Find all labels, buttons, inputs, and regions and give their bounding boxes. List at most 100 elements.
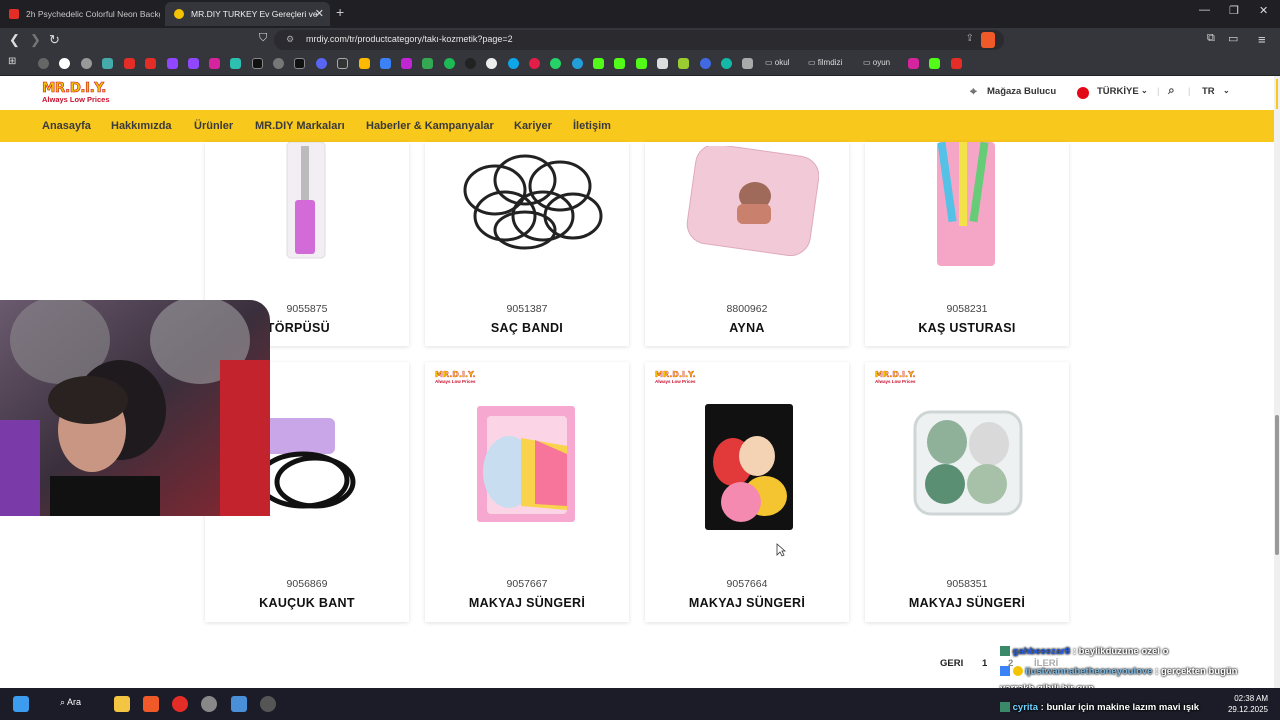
tiktok-icon[interactable] [294, 58, 305, 69]
minimize-icon[interactable]: — [1199, 4, 1210, 16]
url-text: mrdiy.com/tr/productcategory/takı-kozmet… [306, 34, 513, 44]
product-card[interactable]: MR.D.I.Y. Always Low Prices 9057667 MAKY… [425, 362, 629, 622]
bookmark-icon[interactable] [678, 58, 689, 69]
windows-start-icon[interactable] [13, 696, 29, 712]
bookmark-icon[interactable] [81, 58, 92, 69]
instagram-icon[interactable] [209, 58, 220, 69]
bookmark-icon[interactable] [380, 58, 391, 69]
product-card[interactable]: 8800962 AYNA [645, 142, 849, 346]
bookmarks-bar: ⊞ ▭ okul ▭ filmdizi ▭ oyun [0, 52, 1280, 76]
bookmark-icon[interactable] [529, 58, 540, 69]
gmail-icon[interactable] [401, 58, 412, 69]
close-tab-icon[interactable]: ✕ [315, 2, 324, 26]
address-toolbar: ❮ ❯ ↻ ⛉ ⚙ mrdiy.com/tr/productcategory/t… [0, 28, 1280, 52]
kick-icon[interactable] [614, 58, 625, 69]
kick-icon[interactable] [929, 58, 940, 69]
reload-icon[interactable]: ↻ [49, 32, 60, 48]
apps-grid-icon[interactable]: ⊞ [8, 56, 16, 67]
x-icon[interactable] [252, 58, 263, 69]
eyebrow-razor-image [937, 142, 995, 266]
mrdiy-logo[interactable]: MR.D.I.Y. Always Low Prices [42, 81, 124, 105]
url-bar[interactable]: ⚙ mrdiy.com/tr/productcategory/takı-kozm… [274, 30, 1004, 50]
search-icon[interactable]: ⌕ [1168, 83, 1175, 98]
drive-icon[interactable] [422, 58, 433, 69]
sidebar-icon[interactable]: ▭ [1228, 32, 1238, 45]
language-selector[interactable]: TR [1202, 86, 1215, 97]
file-explorer-icon[interactable] [114, 696, 130, 712]
menu-item-haberler[interactable]: Haberler & Kampanyalar [366, 120, 494, 132]
product-card[interactable]: MR.D.I.Y. Always Low Prices 9058351 MAKY… [865, 362, 1069, 622]
bookmark-icon[interactable] [359, 58, 370, 69]
bookmark-icon[interactable] [102, 58, 113, 69]
folder-filmdizi[interactable]: ▭ filmdizi [808, 58, 842, 67]
kick-icon[interactable] [636, 58, 647, 69]
site-info-icon[interactable]: ⚙ [286, 34, 294, 45]
product-card[interactable]: 9058231 KAŞ USTURASI [865, 142, 1069, 346]
back-icon[interactable]: ❮ [9, 32, 20, 48]
youtube-icon[interactable] [124, 58, 135, 69]
tab-label: 2h Psychedelic Colorful Neon Backgr [26, 9, 160, 19]
menu-item-anasayfa[interactable]: Anasayfa [42, 120, 91, 132]
pagination-page-1[interactable]: 1 [982, 658, 987, 669]
menu-item-hakkimizda[interactable]: Hakkımızda [111, 120, 172, 132]
twitch-icon[interactable] [167, 58, 178, 69]
app-icon[interactable] [231, 696, 247, 712]
bookmark-icon[interactable] [908, 58, 919, 69]
github-icon[interactable] [486, 58, 497, 69]
restore-icon[interactable]: ❐ [1229, 4, 1239, 17]
bookmark-icon[interactable] [230, 58, 241, 69]
app-icon[interactable] [260, 696, 276, 712]
taskbar-clock[interactable]: 02:38 AM 29.12.2025 [1228, 693, 1268, 715]
page-scrollbar-track[interactable] [1274, 76, 1280, 688]
store-finder-link[interactable]: Mağaza Bulucu [987, 86, 1056, 97]
youtube-icon [9, 9, 19, 19]
product-card[interactable]: 9051387 SAÇ BANDI [425, 142, 629, 346]
mirror-image [686, 146, 819, 256]
bookmark-icon[interactable] [508, 58, 519, 69]
bookmark-icon[interactable] [337, 58, 348, 69]
tab-mrdiy[interactable]: MR.DIY TURKEY Ev Gereçleri ve ✕ [165, 2, 330, 26]
media-player-icon[interactable] [172, 696, 188, 712]
menu-item-urunler[interactable]: Ürünler [194, 120, 233, 132]
forward-icon[interactable]: ❯ [30, 32, 41, 48]
folder-okul[interactable]: ▭ okul [765, 58, 789, 67]
telegram-icon[interactable] [572, 58, 583, 69]
makeup-sponge-image [477, 406, 575, 522]
tab-background-video[interactable]: 2h Psychedelic Colorful Neon Backgr [0, 2, 160, 26]
bookmark-icon[interactable] [721, 58, 732, 69]
page-scrollbar-thumb[interactable] [1275, 415, 1279, 555]
menu-item-markalar[interactable]: MR.DIY Markaları [255, 120, 345, 132]
folder-oyun[interactable]: ▭ oyun [863, 58, 890, 67]
youtube-icon[interactable] [951, 58, 962, 69]
new-tab-icon[interactable]: + [336, 4, 344, 20]
pagination-back[interactable]: GERI [940, 658, 963, 669]
menu-item-kariyer[interactable]: Kariyer [514, 120, 552, 132]
twitch-icon[interactable] [188, 58, 199, 69]
bookmark-icon[interactable] [700, 58, 711, 69]
brave-icon[interactable] [143, 696, 159, 712]
google-icon[interactable] [59, 58, 70, 69]
close-window-icon[interactable]: ✕ [1259, 4, 1268, 17]
bookmark-icon[interactable] [273, 58, 284, 69]
extensions-icon[interactable]: ⧉ [1207, 32, 1215, 45]
bookmark-icon[interactable] [742, 58, 753, 69]
streamer-webcam [0, 300, 270, 516]
taskbar-search[interactable]: ⌕ Ara [60, 697, 81, 708]
country-selector[interactable]: TÜRKİYE [1097, 86, 1139, 97]
menu-icon[interactable]: ≡ [1258, 32, 1266, 47]
app-icon[interactable] [201, 696, 217, 712]
product-card[interactable]: MR.D.I.Y. Always Low Prices 9057664 MAKY… [645, 362, 849, 622]
whatsapp-icon[interactable] [550, 58, 561, 69]
discord-icon[interactable] [316, 58, 327, 69]
brave-shield-icon[interactable] [981, 32, 995, 48]
bookmark-icon[interactable]: ⛉ [259, 32, 267, 45]
bookmark-icon[interactable] [465, 58, 476, 69]
kick-icon[interactable] [593, 58, 604, 69]
bookmark-icon[interactable] [657, 58, 668, 69]
share-icon[interactable]: ⇪ [966, 33, 974, 44]
menu-item-iletisim[interactable]: İletişim [573, 120, 611, 132]
spotify-icon[interactable] [444, 58, 455, 69]
makeup-sponge-image [705, 404, 793, 530]
youtube-icon[interactable] [145, 58, 156, 69]
history-icon[interactable] [38, 58, 49, 69]
